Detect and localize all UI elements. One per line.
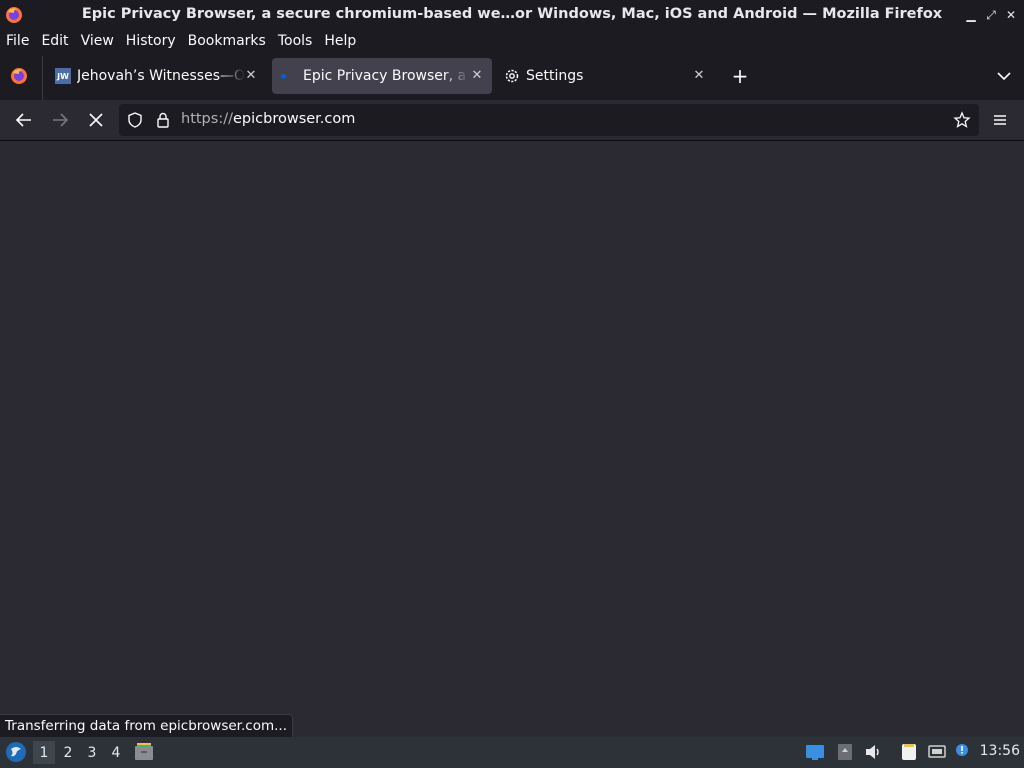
url-scheme: https://	[181, 111, 233, 127]
page-content[interactable]	[0, 141, 1024, 737]
menu-file[interactable]: File	[0, 33, 35, 49]
start-menu-icon[interactable]	[5, 741, 27, 763]
file-manager-icon[interactable]	[134, 742, 154, 762]
list-all-tabs-icon[interactable]	[996, 68, 1012, 84]
loading-icon	[281, 73, 286, 79]
workspace-4[interactable]: 4	[105, 741, 127, 764]
bookmark-star-icon[interactable]	[953, 111, 971, 129]
tab-label: Epic Privacy Browser, a secure chromium-…	[303, 68, 469, 84]
window-title: Epic Privacy Browser, a secure chromium-…	[81, 6, 943, 22]
url-host: epicbrowser.com	[232, 111, 356, 127]
shield-icon[interactable]	[126, 111, 144, 129]
menu-history[interactable]: History	[120, 33, 182, 49]
close-tab-icon[interactable]: ✕	[470, 68, 484, 83]
minimize-icon[interactable]: ▁	[964, 8, 978, 22]
back-icon[interactable]	[14, 110, 34, 130]
gear-icon	[505, 69, 519, 83]
tab-label: Jehovah’s Witnesses—Official Website	[77, 68, 245, 84]
url-text[interactable]: https://epicbrowser.com	[181, 111, 355, 127]
lock-icon[interactable]	[154, 111, 172, 129]
tab-jehovahs-witnesses[interactable]: JW Jehovah’s Witnesses—Official Website …	[52, 58, 266, 94]
tab-strip: JW Jehovah’s Witnesses—Official Website …	[0, 52, 1024, 100]
restore-icon[interactable]: ⤢	[984, 8, 998, 22]
notification-icon[interactable]	[953, 743, 973, 761]
network-icon[interactable]	[927, 743, 947, 761]
forward-icon[interactable]	[50, 110, 70, 130]
display-icon[interactable]	[805, 743, 825, 761]
close-tab-icon[interactable]: ✕	[244, 68, 258, 83]
status-panel: Transferring data from epicbrowser.com..…	[0, 714, 293, 737]
navigation-toolbar: https://epicbrowser.com	[0, 100, 1024, 141]
clipboard-icon[interactable]	[835, 743, 855, 761]
window-titlebar: Epic Privacy Browser, a secure chromium-…	[0, 0, 1024, 30]
menu-tools[interactable]: Tools	[272, 33, 319, 49]
menu-help[interactable]: Help	[318, 33, 362, 49]
menubar: File Edit View History Bookmarks Tools H…	[0, 30, 1024, 52]
menu-edit[interactable]: Edit	[35, 33, 74, 49]
new-tab-button[interactable]: +	[730, 64, 750, 88]
stop-loading-icon[interactable]	[86, 110, 106, 130]
url-bar[interactable]: https://epicbrowser.com	[119, 104, 979, 136]
volume-icon[interactable]	[863, 743, 883, 761]
clock[interactable]: 13:56	[980, 743, 1020, 759]
jw-favicon-icon: JW	[55, 68, 71, 84]
tab-label: Settings	[526, 68, 584, 84]
window-controls: ▁ ⤢ ✕	[964, 8, 1018, 23]
tab-epic-privacy-browser[interactable]: Epic Privacy Browser, a secure chromium-…	[272, 58, 492, 94]
hamburger-menu-icon[interactable]	[990, 110, 1010, 130]
close-icon[interactable]: ✕	[1004, 8, 1018, 22]
taskbar: 1 2 3 4 13:56	[0, 737, 1024, 768]
menu-bookmarks[interactable]: Bookmarks	[182, 33, 272, 49]
workspace-1[interactable]: 1	[33, 741, 55, 764]
workspace-3[interactable]: 3	[81, 741, 103, 764]
firefox-view-icon[interactable]	[10, 67, 28, 85]
notes-icon[interactable]	[899, 743, 919, 761]
workspace-2[interactable]: 2	[57, 741, 79, 764]
menu-view[interactable]: View	[75, 33, 120, 49]
close-tab-icon[interactable]: ✕	[692, 68, 706, 83]
tab-settings[interactable]: Settings ✕	[500, 58, 714, 94]
tab-separator	[42, 56, 43, 100]
